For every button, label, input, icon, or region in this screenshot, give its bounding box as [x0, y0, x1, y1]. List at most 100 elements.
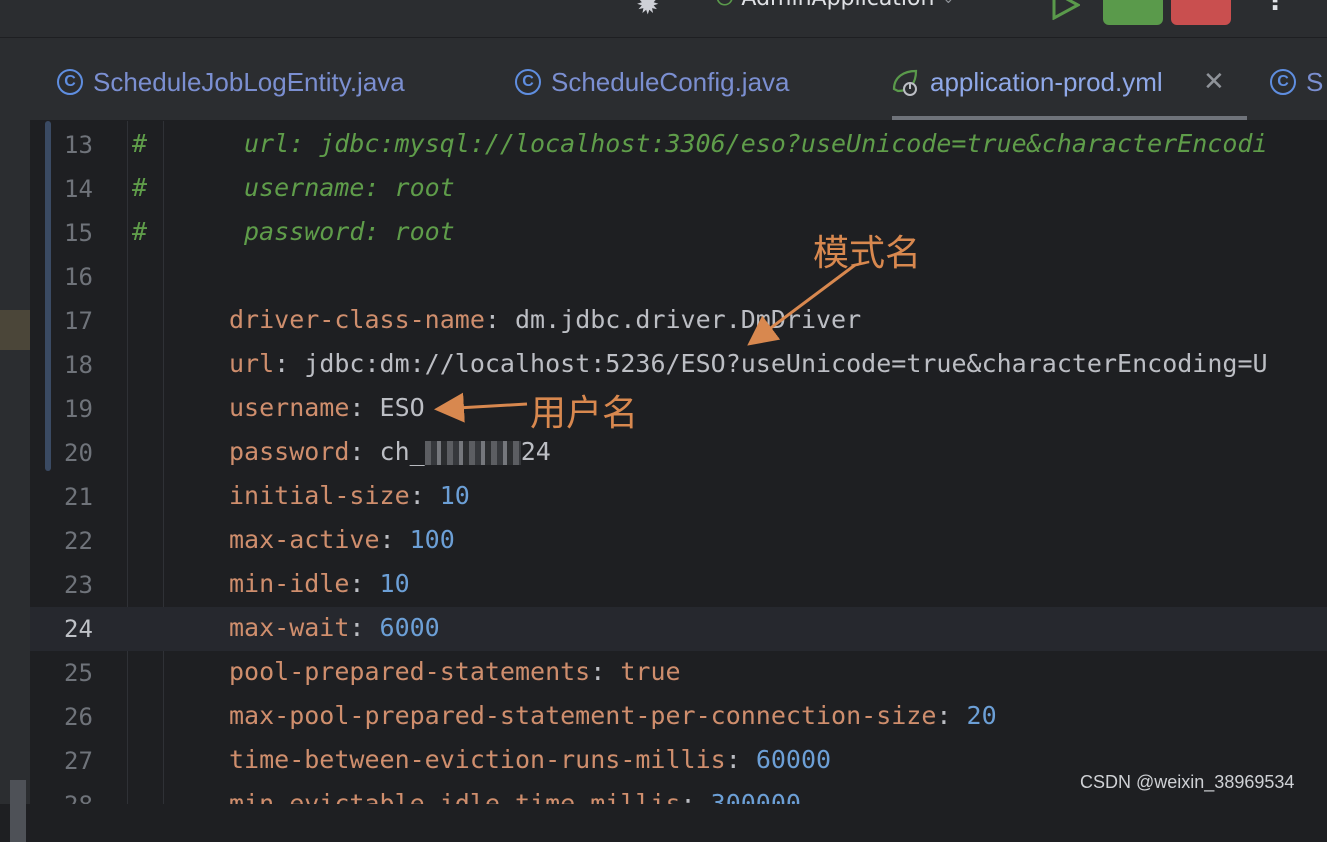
close-icon[interactable]: ✕ — [1203, 67, 1225, 97]
yaml-value: ESO — [379, 393, 425, 422]
code-line[interactable]: 23 min-idle: 10 — [30, 563, 1327, 607]
stop-button[interactable] — [1171, 0, 1231, 25]
yaml-value: dm.jdbc.driver.DmDriver — [514, 305, 862, 334]
line-number: 21 — [64, 483, 93, 511]
line-number: 23 — [64, 571, 93, 599]
yaml-key: max-active — [229, 525, 380, 554]
run-config-label: AdminApplication — [741, 0, 934, 11]
yaml-colon: : — [484, 305, 515, 334]
yaml-colon: : — [409, 481, 440, 510]
code-line[interactable]: 22 max-active: 100 — [30, 519, 1327, 563]
schema-name-annotation: 模式名 — [813, 233, 922, 274]
more-options-icon[interactable]: ⋮ — [1262, 0, 1288, 16]
code-line[interactable]: 20 password: ch_ 24 — [30, 431, 1327, 475]
spring-config-icon — [892, 69, 918, 96]
code-editor[interactable]: 13 # url: jdbc:mysql://localhost:3306/eso?… — [30, 121, 1327, 804]
yaml-value: jdbc:dm://localhost:5236/ESO?useUnicode=… — [304, 349, 1268, 378]
commented-code: username: root — [244, 173, 455, 202]
yaml-value: ch_ — [379, 437, 425, 466]
yaml-entry: max-wait: 6000 — [229, 613, 440, 642]
line-number: 22 — [64, 527, 93, 555]
line-number: 24 — [64, 615, 93, 643]
yaml-entry: min-evictable-idle-time-millis: 300000 — [229, 789, 801, 804]
code-line[interactable]: 15 # password: root — [30, 211, 1327, 255]
line-number: 17 — [64, 307, 93, 335]
yaml-value: true — [620, 657, 681, 686]
code-line[interactable]: 24 max-wait: 6000 — [30, 607, 1327, 651]
yaml-entry: driver-class-name: dm.jdbc.driver.DmDriv… — [229, 305, 861, 334]
watermark: CSDN @weixin_38969534 — [1080, 772, 1295, 792]
yaml-colon: : — [936, 701, 967, 730]
yaml-value: 20 — [966, 701, 997, 730]
yaml-colon: : — [725, 745, 756, 774]
yaml-key: username — [229, 393, 350, 422]
code-line[interactable]: 18 url: jdbc:dm://localhost:5236/ESO?useU… — [30, 343, 1327, 387]
tab-application-prod[interactable]: application-prod.yml — [890, 60, 1163, 104]
active-tab-indicator — [892, 116, 1247, 120]
left-tool-strip — [0, 38, 30, 842]
yaml-entry: max-active: 100 — [229, 525, 455, 554]
yaml-key: max-pool-prepared-statement-per-connecti… — [229, 701, 937, 730]
yaml-key: password — [229, 437, 350, 466]
yaml-key: min-idle — [229, 569, 350, 598]
yaml-entry: max-pool-prepared-statement-per-connecti… — [229, 701, 997, 730]
editor-tab-bar: C ScheduleJobLogEntity.java C ScheduleCo… — [30, 38, 1327, 121]
redacted-region — [424, 441, 521, 465]
code-line[interactable]: 16 — [30, 255, 1327, 299]
run-configuration-selector[interactable]: ⏻ AdminApplication ⌄ — [716, 0, 954, 11]
tab-scheduleconfig[interactable]: C ScheduleConfig.java — [515, 60, 790, 104]
top-toolbar: ✹ ⏻ AdminApplication ⌄ ⋮ — [0, 0, 1327, 38]
line-number: 19 — [64, 395, 93, 423]
yaml-value: 100 — [409, 525, 455, 554]
yaml-key: max-wait — [229, 613, 350, 642]
yaml-value: 60000 — [755, 745, 832, 774]
line-number: 13 — [64, 131, 93, 159]
debug-button[interactable] — [1103, 0, 1163, 25]
code-line[interactable]: 21 initial-size: 10 — [30, 475, 1327, 519]
yaml-entry: time-between-eviction-runs-millis: 60000 — [229, 745, 831, 774]
username-annotation: 用户名 — [530, 393, 639, 434]
yaml-entry: url: jdbc:dm://localhost:5236/ESO?useUni… — [229, 349, 1268, 378]
line-number: 14 — [64, 175, 93, 203]
commented-code: password: root — [244, 217, 455, 246]
yaml-colon: : — [590, 657, 621, 686]
yaml-entry: pool-prepared-statements: true — [229, 657, 681, 686]
line-number: 20 — [64, 439, 93, 467]
yaml-entry: min-idle: 10 — [229, 569, 410, 598]
code-line[interactable]: 19 username: ESO — [30, 387, 1327, 431]
line-number: 26 — [64, 703, 93, 731]
tab-label: ScheduleJobLogEntity.java — [93, 66, 405, 97]
yaml-colon: : — [349, 437, 380, 466]
spring-boot-icon: ⏻ — [716, 0, 733, 11]
bug-icon[interactable]: ✹ — [636, 0, 659, 21]
line-number: 18 — [64, 351, 93, 379]
yaml-colon: : — [274, 349, 305, 378]
yaml-value-tail: 24 — [520, 437, 551, 466]
scrollbar-thumb[interactable] — [10, 780, 26, 842]
yaml-value: 10 — [439, 481, 470, 510]
strip-highlight — [0, 310, 30, 350]
code-line[interactable]: 17 driver-class-name: dm.jdbc.driver.DmDr… — [30, 299, 1327, 343]
yaml-key: time-between-eviction-runs-millis — [229, 745, 726, 774]
code-line[interactable]: 13 # url: jdbc:mysql://localhost:3306/eso?… — [30, 123, 1327, 167]
class-icon: C — [1270, 69, 1296, 95]
code-line[interactable]: 26 max-pool-prepared-statement-per-connec… — [30, 695, 1327, 739]
yaml-entry: username: ESO — [229, 393, 425, 422]
run-button[interactable] — [1050, 0, 1080, 20]
yaml-colon: : — [349, 569, 380, 598]
yaml-key: min-evictable-idle-time-millis — [229, 789, 681, 804]
tab-overflow[interactable]: C S — [1270, 60, 1323, 104]
line-number: 28 — [64, 791, 124, 804]
tab-schedulejoblogentity[interactable]: C ScheduleJobLogEntity.java — [57, 60, 405, 104]
line-number: 25 — [64, 659, 93, 687]
tab-label: S — [1306, 66, 1324, 97]
yaml-colon: : — [379, 525, 410, 554]
yaml-key: pool-prepared-statements — [229, 657, 591, 686]
code-line[interactable]: 25 pool-prepared-statements: true — [30, 651, 1327, 695]
code-line[interactable]: 14 # username: root — [30, 167, 1327, 211]
tab-label: application-prod.yml — [930, 66, 1163, 97]
yaml-key: driver-class-name — [229, 305, 485, 334]
yaml-entry: initial-size: 10 — [229, 481, 470, 510]
yaml-key: initial-size — [229, 481, 410, 510]
yaml-value: 300000 — [710, 789, 801, 804]
